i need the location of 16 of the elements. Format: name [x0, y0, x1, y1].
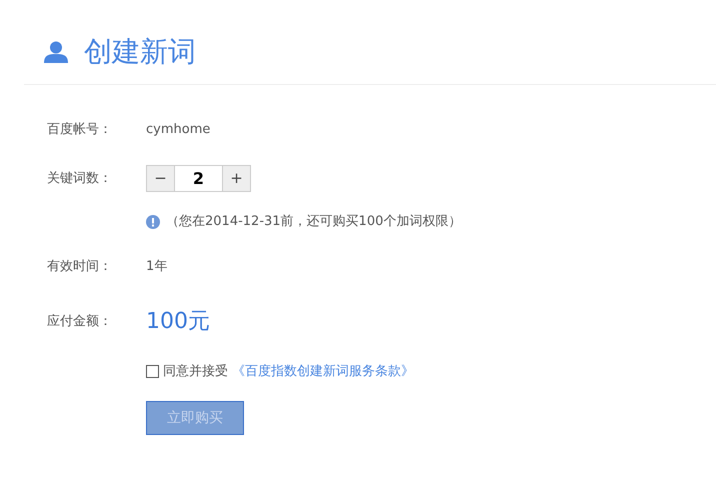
- plus-button[interactable]: +: [223, 166, 250, 191]
- user-icon: [44, 41, 68, 63]
- price-value: 100元: [146, 308, 210, 336]
- notice-text: （您在2014-12-31前，还可购买100个加词权限）: [166, 213, 462, 231]
- field-value: 1年: [146, 258, 168, 276]
- field-value: cymhome: [146, 121, 210, 140]
- terms-link[interactable]: 《百度指数创建新词服务条款》: [232, 362, 414, 381]
- field-label: 有效时间：: [47, 258, 113, 276]
- agree-label: 同意并接受: [163, 362, 228, 380]
- info-icon: [146, 214, 160, 229]
- minus-button[interactable]: −: [147, 166, 174, 191]
- field-label: 关键词数：: [47, 170, 113, 188]
- agree-checkbox[interactable]: [146, 364, 159, 378]
- field-label: 应付金额：: [47, 312, 113, 331]
- field-label: 百度帐号：: [47, 121, 113, 140]
- page-title: 创建新词: [84, 34, 196, 70]
